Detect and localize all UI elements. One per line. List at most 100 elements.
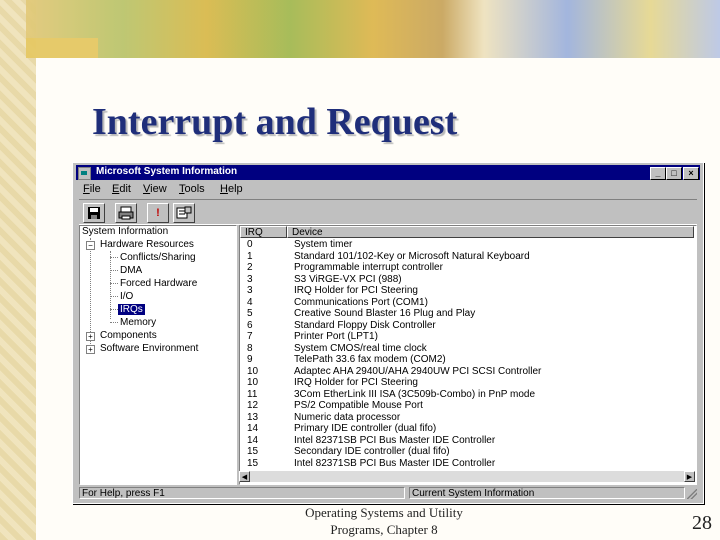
properties-icon[interactable]	[173, 203, 195, 223]
print-icon[interactable]	[115, 203, 137, 223]
device-name: Standard Floppy Disk Controller	[294, 319, 436, 331]
alert-icon[interactable]: !	[147, 203, 169, 223]
device-name: Intel 82371SB PCI Bus Master IDE Control…	[294, 434, 496, 446]
device-name: Printer Port (LPT1)	[294, 331, 378, 342]
table-row[interactable]: 5 Creative Sound Blaster 16 Plug and Play	[240, 308, 680, 320]
slide-footer: Operating Systems and Utility Programs, …	[286, 504, 482, 538]
irq-number: 12	[247, 400, 259, 411]
system-information-window: Microsoft System Information _ □ × File …	[72, 162, 704, 504]
menu-tools[interactable]: Tools	[179, 183, 205, 195]
irq-list-pane[interactable]: IRQ Device 0 System timer 1 Standard 101/10…	[239, 225, 697, 485]
app-icon	[78, 167, 91, 180]
irq-number: 7	[247, 331, 253, 342]
device-name: Creative Sound Blaster 16 Plug and Play	[294, 308, 476, 319]
device-name: System CMOS/real time clock	[294, 342, 427, 354]
irq-number: 1	[247, 250, 253, 262]
tree-item-hardware-resources[interactable]: Hardware Resources	[100, 239, 194, 251]
device-name: TelePath 33.6 fax modem (COM2)	[294, 354, 446, 365]
column-header-irq[interactable]: IRQ	[240, 226, 287, 238]
scroll-right-icon[interactable]: ▶	[684, 471, 695, 482]
status-help-text: For Help, press F1	[79, 487, 405, 499]
tree-item-software-environment[interactable]: Software Environment	[100, 343, 198, 355]
device-name: Primary IDE controller (dual fifo)	[294, 423, 437, 434]
table-row[interactable]: 3 IRQ Holder for PCI Steering	[240, 285, 680, 297]
table-row[interactable]: 9 TelePath 33.6 fax modem (COM2)	[240, 354, 680, 366]
menu-file[interactable]: File	[83, 183, 101, 195]
irq-number: 15	[247, 457, 259, 469]
save-icon[interactable]	[83, 203, 105, 223]
table-row[interactable]: 12 PS/2 Compatible Mouse Port	[240, 400, 680, 412]
irq-number: 15	[247, 446, 259, 457]
table-row[interactable]: 14 Intel 82371SB PCI Bus Master IDE Contr…	[240, 435, 680, 447]
device-name: Standard 101/102-Key or Microsoft Natura…	[294, 250, 530, 262]
irq-number: 4	[247, 296, 253, 308]
window-title: Microsoft System Information	[96, 166, 238, 177]
table-row[interactable]: 7 Printer Port (LPT1)	[240, 331, 680, 343]
footer-line-2: Programs, Chapter 8	[330, 522, 438, 537]
device-name: Secondary IDE controller (dual fifo)	[294, 446, 450, 457]
menu-view[interactable]: View	[143, 183, 167, 195]
table-row[interactable]: 1 Standard 101/102-Key or Microsoft Natur…	[240, 251, 680, 263]
tree-item-memory[interactable]: Memory	[120, 317, 156, 329]
table-row[interactable]: 14 Primary IDE controller (dual fifo)	[240, 423, 680, 435]
page-number: 28	[692, 512, 712, 534]
device-name: Numeric data processor	[294, 411, 401, 423]
status-context-text: Current System Information	[409, 487, 685, 499]
table-row[interactable]: 8 System CMOS/real time clock	[240, 343, 680, 355]
device-name: IRQ Holder for PCI Steering	[294, 285, 418, 296]
expand-icon[interactable]: +	[86, 332, 95, 341]
table-row[interactable]: 10 Adaptec AHA 2940U/AHA 2940UW PCI SCSI …	[240, 366, 680, 378]
device-name: Programmable interrupt controller	[294, 262, 443, 273]
table-row[interactable]: 13 Numeric data processor	[240, 412, 680, 424]
expand-icon[interactable]: +	[86, 345, 95, 354]
scroll-left-icon[interactable]: ◀	[239, 471, 250, 482]
device-name: PS/2 Compatible Mouse Port	[294, 400, 423, 411]
table-row[interactable]: 2 Programmable interrupt controller	[240, 262, 680, 274]
table-row[interactable]: 3 S3 ViRGE-VX PCI (988)	[240, 274, 680, 286]
tree-item-dma[interactable]: DMA	[120, 265, 142, 277]
minimize-button[interactable]: _	[650, 167, 666, 180]
irq-number: 14	[247, 423, 259, 434]
close-button[interactable]: ×	[683, 167, 699, 180]
irq-number: 11	[247, 388, 258, 400]
tree-pane[interactable]: System Information − Hardware Resources …	[79, 225, 237, 485]
column-header-device[interactable]: Device	[287, 226, 694, 238]
status-bar: For Help, press F1 Current System Inform…	[79, 487, 697, 499]
table-row[interactable]: 4 Communications Port (COM1)	[240, 297, 680, 309]
tree-item-io[interactable]: I/O	[120, 291, 133, 303]
irq-number: 8	[247, 342, 253, 354]
tree-item-irqs-label: IRQs	[118, 304, 145, 315]
maximize-button[interactable]: □	[666, 167, 682, 180]
device-name: Intel 82371SB PCI Bus Master IDE Control…	[294, 457, 496, 469]
slide-top-banner	[26, 0, 720, 58]
menu-edit[interactable]: Edit	[112, 183, 131, 195]
table-row[interactable]: 10 IRQ Holder for PCI Steering	[240, 377, 680, 389]
table-row[interactable]: 15 Secondary IDE controller (dual fifo)	[240, 446, 680, 458]
tree-item-irqs[interactable]: IRQs	[118, 304, 145, 316]
tree-item-components[interactable]: Components	[100, 330, 157, 342]
table-row[interactable]: 11 3Com EtherLink III ISA (3C509b-Combo) …	[240, 389, 680, 401]
table-row[interactable]: 15 Intel 82371SB PCI Bus Master IDE Contr…	[240, 458, 680, 470]
table-row[interactable]: 0 System timer	[240, 239, 680, 251]
tree-item-forced-hardware[interactable]: Forced Hardware	[120, 278, 197, 290]
horizontal-scrollbar[interactable]: ◀ ▶	[239, 471, 695, 482]
menu-help[interactable]: Help	[220, 183, 243, 195]
menu-bar: File Edit View Tools Help	[79, 182, 697, 198]
window-titlebar[interactable]: Microsoft System Information _ □ ×	[76, 165, 700, 180]
toolbar: !	[79, 199, 697, 225]
irq-number: 3	[247, 285, 253, 296]
resize-grip-icon[interactable]	[687, 489, 697, 499]
device-name: Communications Port (COM1)	[294, 296, 428, 308]
tree-root[interactable]: System Information	[82, 226, 168, 238]
irq-number: 2	[247, 262, 253, 273]
irq-number: 3	[247, 273, 253, 285]
device-name: System timer	[294, 239, 353, 250]
device-name: S3 ViRGE-VX PCI (988)	[294, 273, 402, 285]
device-name: 3Com EtherLink III ISA (3C509b-Combo) in…	[294, 388, 536, 400]
tree-item-conflicts[interactable]: Conflicts/Sharing	[120, 252, 196, 264]
slide-left-texture	[0, 0, 36, 540]
irq-number: 6	[247, 319, 253, 331]
table-row[interactable]: 6 Standard Floppy Disk Controller	[240, 320, 680, 332]
collapse-icon[interactable]: −	[86, 241, 95, 250]
irq-number: 14	[247, 434, 259, 446]
